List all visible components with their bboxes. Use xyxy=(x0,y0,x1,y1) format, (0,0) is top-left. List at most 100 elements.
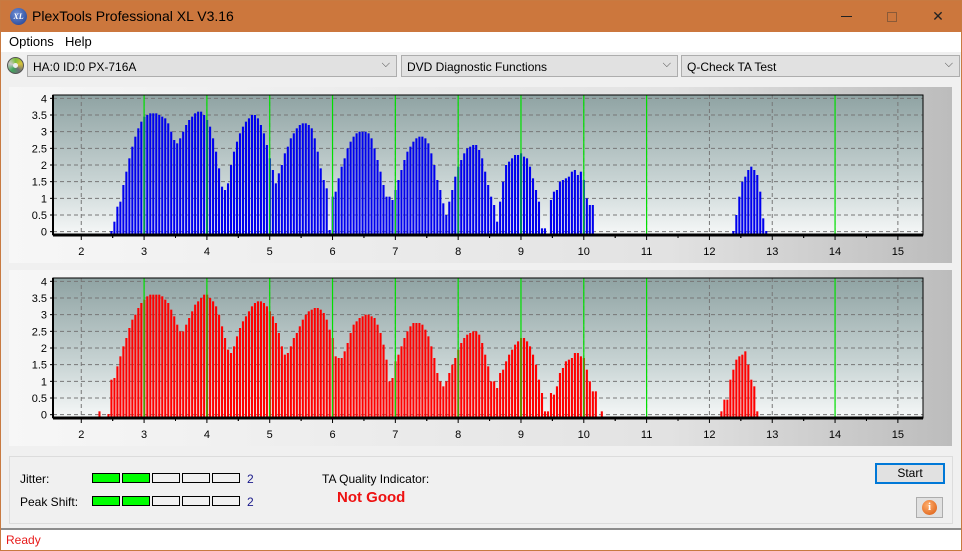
bar xyxy=(439,381,442,418)
bar xyxy=(388,381,391,418)
bar xyxy=(505,361,508,418)
bar xyxy=(558,181,561,235)
bar xyxy=(475,331,478,418)
bar xyxy=(212,301,215,418)
bar xyxy=(209,298,212,418)
bar xyxy=(355,321,358,418)
bar xyxy=(376,160,379,235)
ta-quality-label: TA Quality Indicator: xyxy=(322,472,430,486)
bar xyxy=(179,138,182,235)
bar xyxy=(343,158,346,235)
xl-logo-icon: XL xyxy=(10,8,27,25)
bar xyxy=(379,333,382,418)
bar xyxy=(567,359,570,418)
bar xyxy=(286,146,289,235)
bar xyxy=(397,180,400,235)
bar xyxy=(349,333,352,418)
x-tick-label: 6 xyxy=(329,429,335,441)
bar xyxy=(229,165,233,235)
bar xyxy=(561,180,564,235)
bar xyxy=(567,176,570,235)
bar xyxy=(750,166,753,235)
bar xyxy=(358,131,361,235)
close-button[interactable]: ✕ xyxy=(915,1,961,32)
bar xyxy=(427,336,430,418)
bar xyxy=(164,118,167,235)
x-tick-label: 14 xyxy=(829,429,841,441)
x-tick-label: 2 xyxy=(78,429,84,441)
bar xyxy=(460,343,463,418)
bar xyxy=(744,351,747,418)
bar xyxy=(188,120,191,235)
bar xyxy=(552,191,555,235)
bar xyxy=(430,346,433,418)
bar xyxy=(466,148,469,235)
test-select[interactable]: Q-Check TA Test ⌵ xyxy=(681,55,960,77)
bar xyxy=(570,171,573,235)
bar xyxy=(247,118,251,235)
bar xyxy=(155,113,158,235)
bar xyxy=(116,366,119,418)
bar xyxy=(200,111,203,235)
bar xyxy=(203,115,206,235)
maximize-icon xyxy=(887,11,897,22)
y-tick-label: 4 xyxy=(41,93,47,105)
test-select-value: Q-Check TA Test xyxy=(687,60,777,74)
x-tick-label: 11 xyxy=(641,429,652,441)
start-button[interactable]: Start xyxy=(875,463,945,484)
bar xyxy=(185,324,188,418)
bar xyxy=(340,166,343,235)
bar xyxy=(367,314,370,418)
bar xyxy=(400,346,403,418)
bar xyxy=(424,138,427,235)
x-tick-label: 8 xyxy=(455,429,461,441)
bar xyxy=(280,346,283,418)
bar xyxy=(298,125,301,235)
bar xyxy=(421,324,424,418)
bar xyxy=(753,386,756,418)
x-tick-label: 12 xyxy=(703,429,715,441)
function-select-value: DVD Diagnostic Functions xyxy=(407,60,548,74)
bar xyxy=(540,393,544,418)
bar xyxy=(508,354,511,418)
title-bar[interactable]: XL PlexTools Professional XL V3.16 ✕ xyxy=(1,1,961,32)
info-button[interactable]: i xyxy=(916,497,943,518)
bar xyxy=(337,358,340,418)
bar xyxy=(747,364,750,418)
bar xyxy=(218,168,221,235)
bar xyxy=(391,378,394,418)
bar xyxy=(406,151,409,235)
menu-options[interactable]: Options xyxy=(9,34,54,49)
bar xyxy=(418,323,421,418)
bar xyxy=(161,296,164,418)
bar xyxy=(418,136,421,235)
bar xyxy=(116,206,119,235)
bar xyxy=(340,358,343,418)
bar xyxy=(430,153,433,235)
bar xyxy=(343,351,346,418)
minimize-button[interactable] xyxy=(823,1,869,32)
function-select[interactable]: DVD Diagnostic Functions ⌵ xyxy=(401,55,678,77)
bar xyxy=(277,173,280,235)
drive-select-value: HA:0 ID:0 PX-716A xyxy=(33,60,137,74)
y-tick-label: 3 xyxy=(41,310,47,322)
bar xyxy=(364,314,367,418)
bar xyxy=(511,158,514,235)
bar xyxy=(732,369,735,418)
bar xyxy=(753,170,756,235)
bar xyxy=(304,314,307,418)
chevron-down-icon: ⌵ xyxy=(381,58,390,70)
bar xyxy=(173,316,176,418)
bar xyxy=(325,319,328,418)
menu-help[interactable]: Help xyxy=(65,34,92,49)
maximize-button[interactable] xyxy=(869,1,915,32)
bar xyxy=(361,131,364,235)
bar xyxy=(588,381,591,418)
jitter-value: 2 xyxy=(247,472,254,486)
y-tick-label: 0.5 xyxy=(32,210,47,222)
bar xyxy=(531,178,535,235)
bar xyxy=(307,311,310,418)
bar xyxy=(292,338,295,418)
bar xyxy=(591,205,594,235)
drive-select[interactable]: HA:0 ID:0 PX-716A ⌵ xyxy=(27,55,397,77)
